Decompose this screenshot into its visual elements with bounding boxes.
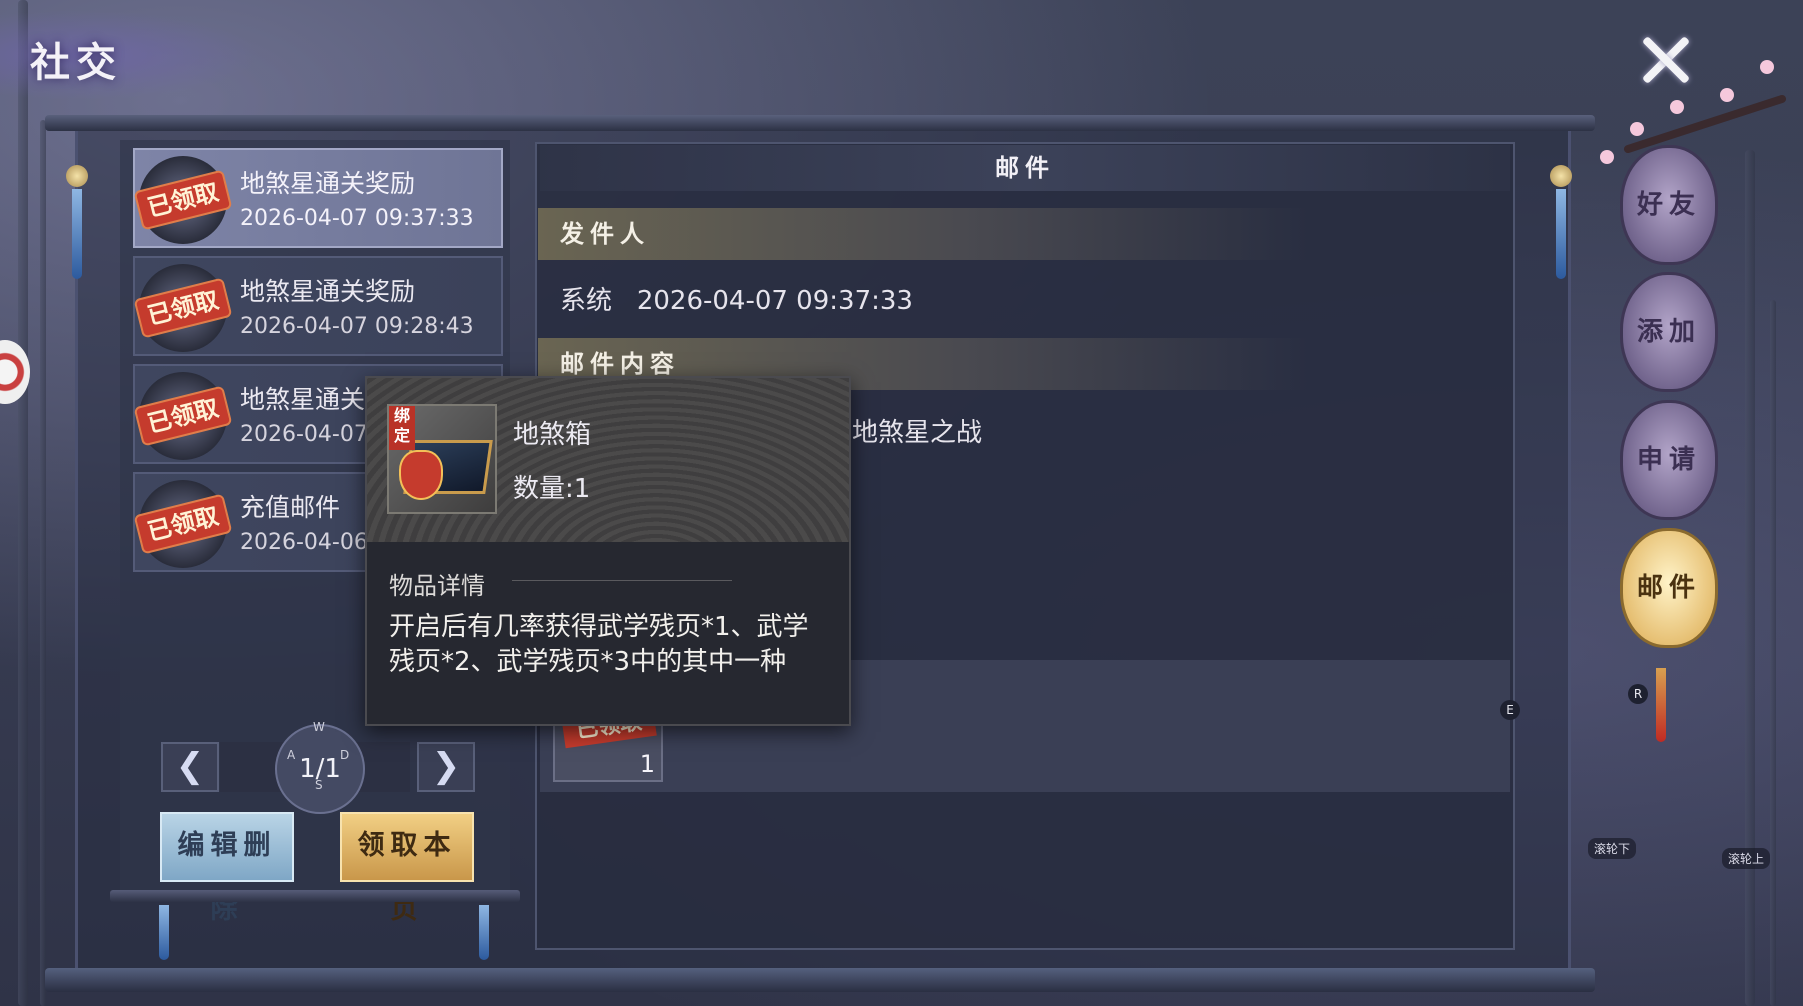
- window-title: 社交: [30, 39, 122, 86]
- item-quantity: 数量:1: [513, 474, 591, 504]
- mail-list-item[interactable]: 已领取 地煞星通关奖励 2026-04-07 09:28:43: [133, 256, 503, 356]
- mail-time: 2026-04-07 09:37:33: [240, 206, 474, 231]
- scroll-frame-top-rod: [45, 115, 1595, 131]
- mail-stamp-icon: 已领取: [135, 372, 231, 460]
- scroll-down-hint: 滚轮下: [1588, 838, 1637, 859]
- mail-stamp-icon: 已领取: [135, 264, 231, 352]
- mail-title: 地煞星通关奖励: [240, 277, 416, 306]
- key-hint-down: S: [315, 778, 323, 792]
- bamboo-stalk: [1770, 300, 1776, 1006]
- next-page-button[interactable]: ❯: [417, 742, 475, 792]
- prev-page-button[interactable]: ❮: [161, 742, 219, 792]
- scroll-frame-bottom-rod: [45, 968, 1595, 992]
- bamboo-stalk: [40, 120, 46, 1006]
- bamboo-stalk: [1745, 150, 1755, 1006]
- claimed-stamp: 已领取: [135, 495, 231, 553]
- plum-branch: [1590, 60, 1790, 164]
- list-bottom-rod: [110, 890, 520, 902]
- mail-time: 2026-04-07 09:28:43: [240, 314, 474, 339]
- mail-detail-header: 邮件: [540, 145, 1510, 191]
- mail-time: 2026-04-07: [240, 422, 368, 447]
- tab-friends[interactable]: 好友: [1620, 145, 1718, 265]
- tassel-ornament: [465, 905, 503, 965]
- mail-list-item[interactable]: 已领取 地煞星通关奖励 2026-04-07 09:37:33: [133, 148, 503, 248]
- mail-title: 充值邮件: [240, 493, 341, 522]
- claim-page-button[interactable]: 领取本页: [340, 812, 474, 925]
- hotkey-r: R: [1628, 684, 1648, 704]
- mail-title: 地煞星通关奖励: [240, 169, 416, 198]
- key-hint-up: W: [313, 720, 325, 734]
- bamboo-stalk: [18, 0, 28, 1006]
- tassel-ornament: [145, 905, 183, 965]
- item-name: 地煞箱: [513, 420, 592, 450]
- tab-requests[interactable]: 申请: [1620, 400, 1718, 520]
- chevron-right-icon: ❯: [431, 746, 461, 786]
- divider: [512, 580, 732, 581]
- tassel-ornament-right: [1542, 165, 1580, 285]
- item-detail-label: 物品详情: [389, 572, 485, 600]
- claimed-stamp: 已领取: [135, 171, 231, 229]
- sent-time: 2026-04-07 09:37:33: [636, 286, 913, 316]
- sender-section-header: 发件人: [538, 208, 1308, 260]
- chest-icon: 绑定: [387, 404, 497, 514]
- key-hint-left: A: [287, 748, 296, 762]
- mail-title: 地煞星通关: [240, 385, 366, 414]
- attachment-count: 1: [639, 750, 655, 778]
- bind-tag: 绑定: [389, 406, 415, 450]
- tassel-ornament-left: [58, 165, 96, 285]
- mail-stamp-icon: 已领取: [135, 156, 231, 244]
- key-hint-right: D: [340, 748, 350, 762]
- edit-delete-button[interactable]: 编辑删除: [160, 812, 294, 925]
- tab-add[interactable]: 添加: [1620, 272, 1718, 392]
- hotkey-e: E: [1500, 700, 1520, 720]
- mail-time: 2026-04-06: [240, 530, 368, 555]
- item-description: 开启后有几率获得武学残页*1、武学残页*2、武学残页*3中的其中一种: [389, 612, 809, 677]
- tab-tassel: [1656, 668, 1666, 742]
- mail-content-text: 地煞星之战: [852, 418, 983, 448]
- mail-stamp-icon: 已领取: [135, 480, 231, 568]
- item-tooltip: 绑定 地煞箱 数量:1 物品详情 开启后有几率获得武学残页*1、武学残页*2、武…: [365, 376, 851, 726]
- tab-mail[interactable]: 邮件: [1620, 528, 1718, 648]
- claimed-stamp: 已领取: [135, 279, 231, 337]
- sender-name: 系统: [560, 286, 613, 316]
- claimed-stamp: 已领取: [135, 387, 231, 445]
- scroll-up-hint: 滚轮上: [1722, 848, 1771, 869]
- chevron-left-icon: ❮: [175, 746, 205, 786]
- sender-line: 系统 2026-04-07 09:37:33: [560, 280, 913, 317]
- page-indicator: 1/1: [275, 724, 365, 814]
